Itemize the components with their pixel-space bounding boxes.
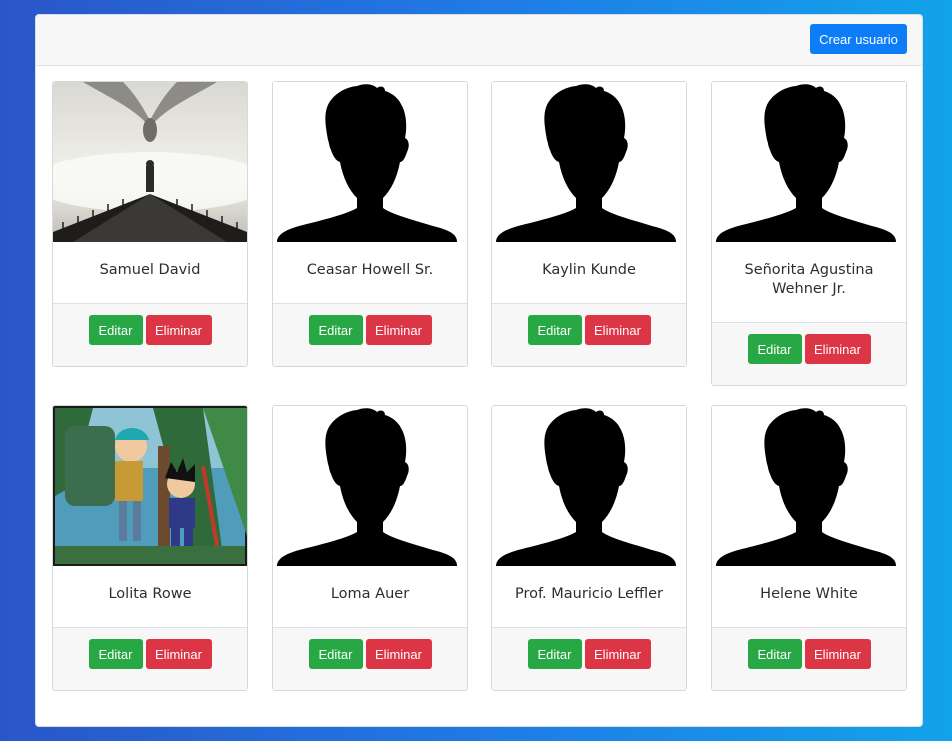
card-actions: Editar Eliminar — [53, 303, 247, 366]
edit-button[interactable]: Editar — [308, 639, 363, 669]
user-card: Samuel David Editar Eliminar — [52, 81, 248, 367]
user-name: Ceasar Howell Sr. — [306, 262, 434, 278]
user-name: Lolita Rowe — [108, 586, 192, 602]
delete-button[interactable]: Eliminar — [365, 639, 432, 669]
delete-button[interactable]: Eliminar — [584, 639, 651, 669]
user-card: Prof. Mauricio Leffler Editar Eliminar — [491, 405, 687, 691]
user-name: Samuel David — [99, 262, 201, 278]
card-actions: Editar Eliminar — [492, 303, 686, 366]
user-name: Prof. Mauricio Leffler — [515, 586, 663, 602]
edit-button[interactable]: Editar — [88, 639, 143, 669]
edit-button[interactable]: Editar — [527, 315, 582, 345]
default-avatar-icon — [273, 406, 467, 566]
user-name: Helene White — [760, 586, 858, 602]
user-card: Lolita Rowe Editar Eliminar — [52, 405, 248, 691]
user-name: Señorita Agustina Wehner Jr. — [744, 262, 874, 297]
user-photo — [53, 82, 247, 242]
default-avatar-icon — [273, 82, 467, 242]
create-user-button[interactable]: Crear usuario — [810, 24, 907, 54]
user-card: Ceasar Howell Sr. Editar Eliminar — [272, 81, 468, 367]
default-avatar-icon — [712, 406, 906, 566]
delete-button[interactable]: Eliminar — [145, 315, 212, 345]
card-actions: Editar Eliminar — [273, 627, 467, 690]
user-card: Kaylin Kunde Editar Eliminar — [491, 81, 687, 367]
delete-button[interactable]: Eliminar — [584, 315, 651, 345]
delete-button[interactable]: Eliminar — [145, 639, 212, 669]
panel-header: Crear usuario — [36, 15, 922, 66]
user-card: Señorita Agustina Wehner Jr. Editar Elim… — [711, 81, 907, 386]
card-actions: Editar Eliminar — [712, 322, 906, 385]
delete-button[interactable]: Eliminar — [365, 315, 432, 345]
default-avatar-icon — [492, 82, 686, 242]
user-name: Loma Auer — [330, 586, 410, 602]
edit-button[interactable]: Editar — [308, 315, 363, 345]
default-avatar-icon — [492, 406, 686, 566]
delete-button[interactable]: Eliminar — [804, 639, 871, 669]
default-avatar-icon — [712, 82, 906, 242]
user-card: Helene White Editar Eliminar — [711, 405, 907, 691]
card-actions: Editar Eliminar — [53, 627, 247, 690]
user-name: Kaylin Kunde — [542, 262, 636, 278]
edit-button[interactable]: Editar — [747, 334, 802, 364]
card-actions: Editar Eliminar — [273, 303, 467, 366]
user-card: Loma Auer Editar Eliminar — [272, 405, 468, 691]
card-actions: Editar Eliminar — [492, 627, 686, 690]
delete-button[interactable]: Eliminar — [804, 334, 871, 364]
edit-button[interactable]: Editar — [527, 639, 582, 669]
user-photo — [53, 406, 247, 566]
card-actions: Editar Eliminar — [712, 627, 906, 690]
edit-button[interactable]: Editar — [88, 315, 143, 345]
edit-button[interactable]: Editar — [747, 639, 802, 669]
